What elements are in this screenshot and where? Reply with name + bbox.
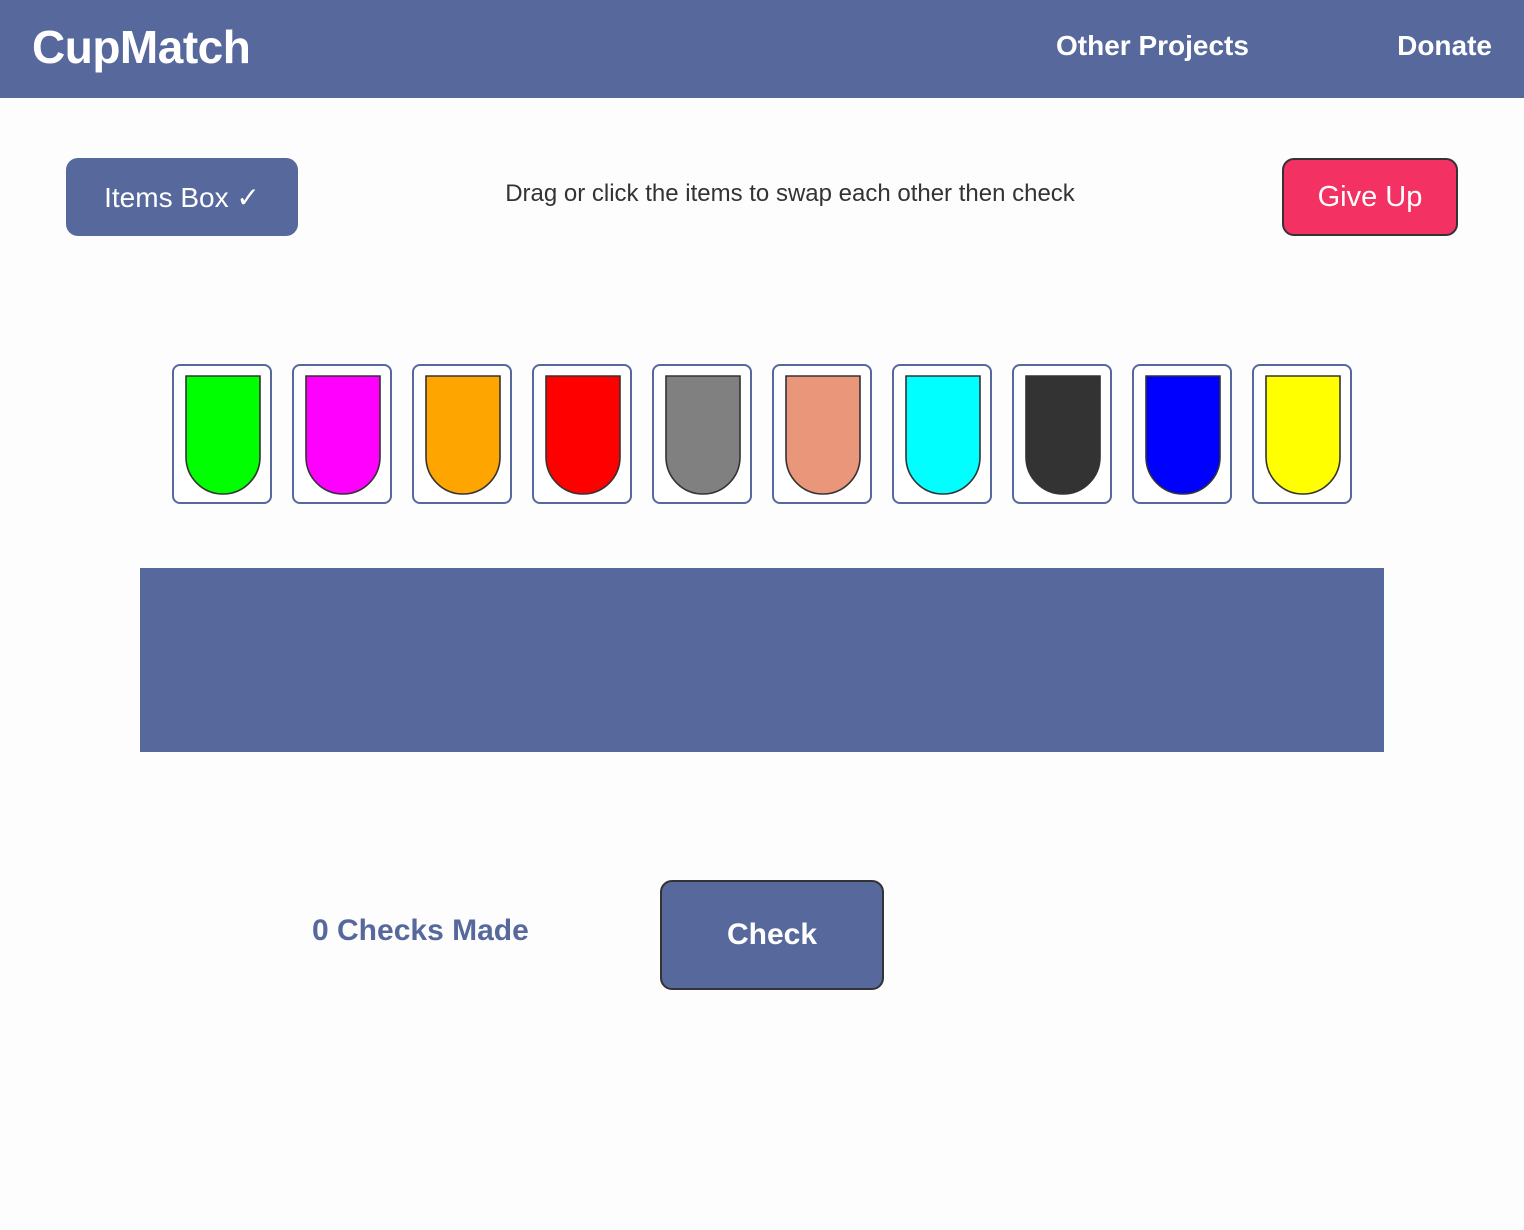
items-box-button[interactable]: Items Box ✓ xyxy=(66,158,298,236)
cup-slot-orange[interactable] xyxy=(412,364,512,504)
instruction-text: Drag or click the items to swap each oth… xyxy=(505,180,1075,207)
checks-made-counter: 0 Checks Made xyxy=(312,914,529,947)
cup-slot-yellow[interactable] xyxy=(1252,364,1352,504)
cup-slot-gray[interactable] xyxy=(652,364,752,504)
cup-slot-green[interactable] xyxy=(172,364,272,504)
cup-red-shape xyxy=(545,375,621,495)
cup-dark-gray-shape xyxy=(1025,375,1101,495)
check-button[interactable]: Check xyxy=(660,880,884,990)
cup-slot-dark-gray[interactable] xyxy=(1012,364,1112,504)
nav-donate-link[interactable]: Donate xyxy=(1397,30,1492,62)
cup-gray-icon xyxy=(665,375,741,495)
cup-cyan-icon xyxy=(905,375,981,495)
cup-magenta-icon xyxy=(305,375,381,495)
cup-slot-cyan[interactable] xyxy=(892,364,992,504)
items-box-area[interactable] xyxy=(140,568,1384,752)
cup-cyan-shape xyxy=(905,375,981,495)
cup-salmon-icon xyxy=(785,375,861,495)
cup-green-icon xyxy=(185,375,261,495)
cup-salmon-shape xyxy=(785,375,861,495)
brand-logo[interactable]: CupMatch xyxy=(32,20,251,74)
top-navbar: CupMatch Other Projects Donate xyxy=(0,0,1524,98)
cup-slot-salmon[interactable] xyxy=(772,364,872,504)
cup-red-icon xyxy=(545,375,621,495)
cup-dark-gray-icon xyxy=(1025,375,1101,495)
cup-orange-icon xyxy=(425,375,501,495)
cup-slot-magenta[interactable] xyxy=(292,364,392,504)
nav-other-projects-link[interactable]: Other Projects xyxy=(1056,30,1249,62)
cup-orange-shape xyxy=(425,375,501,495)
cup-yellow-icon xyxy=(1265,375,1341,495)
cup-blue-shape xyxy=(1145,375,1221,495)
cup-slot-blue[interactable] xyxy=(1132,364,1232,504)
cup-row xyxy=(172,364,1352,504)
cup-yellow-shape xyxy=(1265,375,1341,495)
cup-blue-icon xyxy=(1145,375,1221,495)
give-up-button[interactable]: Give Up xyxy=(1282,158,1458,236)
cup-magenta-shape xyxy=(305,375,381,495)
cup-gray-shape xyxy=(665,375,741,495)
cup-green-shape xyxy=(185,375,261,495)
cup-slot-red[interactable] xyxy=(532,364,632,504)
